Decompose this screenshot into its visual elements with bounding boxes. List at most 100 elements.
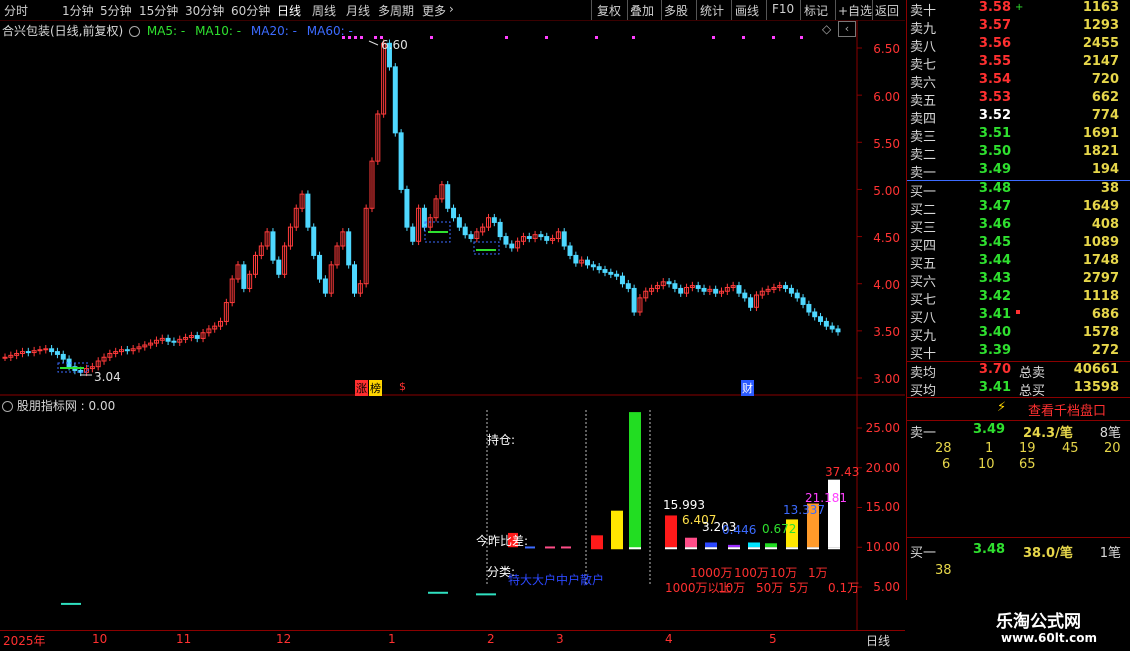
queue-value: 28 — [935, 441, 952, 456]
axis-tick: 4.50 — [873, 231, 900, 245]
class-bar — [748, 542, 760, 548]
bid-row[interactable]: 买一 3.48 38 — [907, 181, 1129, 200]
signal-bar — [428, 591, 448, 594]
ask-price: 3.58 — [978, 0, 1011, 15]
bid-row[interactable]: 买二 3.47 1649 — [907, 199, 1129, 218]
ask-volume: 1293 — [1082, 18, 1119, 33]
candle-body — [806, 303, 812, 313]
draw-line-button[interactable]: 画线 — [735, 2, 759, 19]
ask-row[interactable]: 卖九 3.57 1293 — [907, 18, 1129, 37]
limit-up-marker[interactable]: 涨 — [355, 380, 368, 396]
ask-row[interactable]: 卖一 3.49 194 — [907, 162, 1129, 181]
candle-body — [445, 184, 451, 209]
dragon-tiger-marker[interactable]: 榜 — [369, 380, 382, 396]
bid-row[interactable]: 买七 3.42 1118 — [907, 289, 1129, 308]
bid-price: 3.44 — [978, 253, 1011, 268]
candle-body — [678, 287, 684, 294]
tab-30min[interactable]: 30分钟 — [185, 2, 224, 19]
finance-marker[interactable]: 财 — [741, 380, 754, 396]
candle-body — [171, 340, 177, 343]
back-button[interactable]: 返回 — [875, 2, 899, 19]
ask-price: 3.49 — [978, 162, 1011, 177]
bid-volume: 686 — [1091, 307, 1119, 322]
bid-row[interactable]: 买五 3.44 1748 — [907, 253, 1129, 272]
ask-row[interactable]: 卖四 3.52 774 — [907, 108, 1129, 127]
ask-label: 卖十 — [910, 4, 937, 19]
tab-15min[interactable]: 15分钟 — [139, 2, 178, 19]
ask-volume: 2455 — [1082, 36, 1119, 51]
tab-fenshi[interactable]: 分时 — [4, 2, 28, 19]
tab-weekly[interactable]: 周线 — [312, 2, 336, 19]
bid-label: 买九 — [910, 329, 937, 344]
ask-row[interactable]: 卖六 3.54 720 — [907, 72, 1129, 91]
ask-row[interactable]: 卖三 3.51 1691 — [907, 126, 1129, 145]
diff-bar — [545, 546, 555, 549]
tab-multi-period[interactable]: 多周期 — [378, 2, 414, 19]
candle-body — [398, 132, 404, 190]
restore-rights-button[interactable]: 复权 — [597, 2, 621, 19]
baseline-mark — [685, 547, 697, 550]
statistics-button[interactable]: 统计 — [700, 2, 724, 19]
lightning-icon: ⚡ — [997, 400, 1007, 415]
divider — [872, 0, 873, 20]
mark-button[interactable]: 标记 — [804, 2, 828, 19]
view-full-depth-button[interactable]: ⚡ 查看千档盘口 — [907, 399, 1129, 419]
baseline-mark — [786, 547, 798, 550]
add-watchlist-button[interactable]: +自选 — [838, 2, 872, 19]
candle-body — [194, 335, 200, 339]
bid-row[interactable]: 买四 3.45 1089 — [907, 235, 1129, 254]
ask-price: 3.52 — [978, 108, 1011, 123]
ask-label: 卖九 — [910, 22, 937, 37]
candle-body — [602, 269, 608, 273]
axis-tick: 10 — [92, 632, 108, 646]
tab-daily[interactable]: 日线 — [277, 2, 301, 19]
bid-volume: 272 — [1091, 343, 1119, 358]
tab-60min[interactable]: 60分钟 — [231, 2, 270, 19]
tab-1min[interactable]: 1分钟 — [62, 2, 94, 19]
tab-5min[interactable]: 5分钟 — [100, 2, 132, 19]
buy1-price: 3.48 — [973, 542, 1006, 557]
bid-label: 买七 — [910, 293, 937, 308]
axis-tick: 4 — [665, 632, 673, 646]
signal-dot — [632, 36, 635, 39]
avg_sell-row: 卖均 3.70 总卖 40661 — [907, 362, 1129, 381]
candlestick-chart[interactable] — [0, 20, 905, 396]
ask-volume: 774 — [1091, 108, 1119, 123]
bid-row[interactable]: 买九 3.40 1578 — [907, 325, 1129, 344]
ask-label: 卖七 — [910, 58, 937, 73]
f10-button[interactable]: F10 — [772, 2, 794, 16]
ask-row[interactable]: 卖二 3.50 1821 — [907, 144, 1129, 163]
bid-price: 3.41 — [978, 307, 1011, 322]
candle-body — [829, 325, 835, 330]
bid-price: 3.39 — [978, 343, 1011, 358]
ask-row[interactable]: 卖八 3.56 2455 — [907, 36, 1129, 55]
tab-monthly[interactable]: 月线 — [346, 2, 370, 19]
ask-label: 卖一 — [910, 166, 937, 181]
total-value: 40661 — [1073, 362, 1119, 377]
multi-stock-button[interactable]: 多股 — [664, 2, 688, 19]
dollar-icon[interactable]: $ — [399, 380, 406, 393]
tier-label: 50万 — [756, 581, 784, 595]
candle-body — [608, 271, 614, 275]
bid-label: 买一 — [910, 185, 937, 200]
tab-more[interactable]: 更多 — [422, 2, 446, 19]
signal-dot — [430, 36, 433, 39]
diff-bar — [561, 546, 571, 549]
ask-price: 3.56 — [978, 36, 1011, 51]
ask-row[interactable]: 卖七 3.55 2147 — [907, 54, 1129, 73]
axis-tick: 1 — [388, 632, 396, 646]
bid-volume: 2797 — [1082, 271, 1119, 286]
ask-volume: 1691 — [1082, 126, 1119, 141]
ask-row[interactable]: 卖五 3.53 662 — [907, 90, 1129, 109]
bid-row[interactable]: 买十 3.39 272 — [907, 343, 1129, 362]
bid-price: 3.48 — [978, 181, 1011, 196]
candle-body — [270, 231, 276, 261]
bid-row[interactable]: 买六 3.43 2797 — [907, 271, 1129, 290]
candle-body — [567, 245, 573, 256]
candle-body — [352, 264, 358, 294]
bid-row[interactable]: 买三 3.46 408 — [907, 217, 1129, 236]
signal-bar — [476, 593, 496, 596]
axis-tick: 15.00 — [865, 500, 900, 514]
overlay-button[interactable]: 叠加 — [630, 2, 654, 19]
candle-body — [491, 217, 497, 223]
